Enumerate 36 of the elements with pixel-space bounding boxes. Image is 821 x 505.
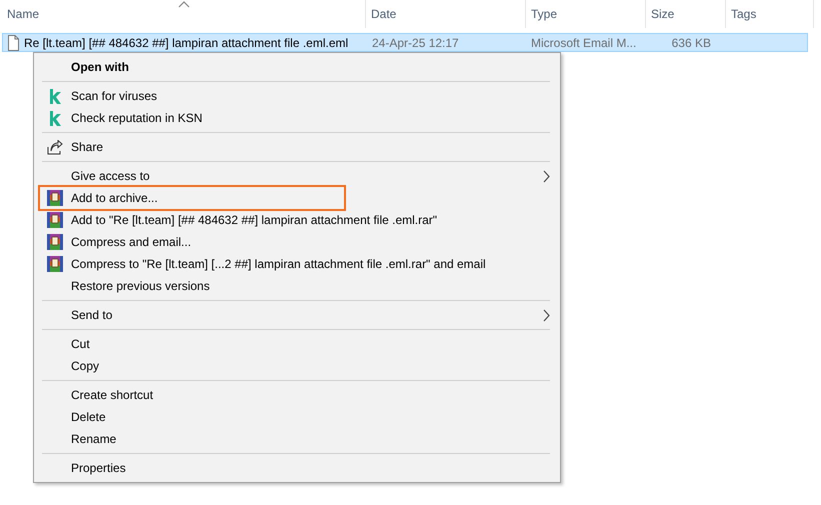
archive-books-icon bbox=[46, 190, 62, 206]
column-header[interactable]: Name bbox=[2, 0, 366, 28]
menu-item[interactable]: Share bbox=[36, 136, 560, 158]
archive-books-icon bbox=[46, 212, 62, 228]
table-cell: 636 KB bbox=[672, 36, 711, 50]
menu-item[interactable]: Cut bbox=[36, 333, 560, 355]
menu-item[interactable]: Give access to bbox=[36, 165, 560, 187]
archive-books-icon bbox=[46, 256, 62, 272]
share-icon bbox=[46, 140, 62, 154]
column-header[interactable]: Date bbox=[366, 0, 526, 28]
menu-item[interactable]: Open with bbox=[36, 56, 560, 78]
menu-item[interactable]: Compress to "Re [lt.team] [...2 ##] lampiran attachment file .eml.rar" and email bbox=[36, 253, 560, 275]
menu-item[interactable]: Create shortcut bbox=[36, 384, 560, 406]
menu-item[interactable]: Compress and email... bbox=[36, 231, 560, 253]
column-header[interactable]: Tags bbox=[726, 0, 814, 28]
menu-item[interactable]: Delete bbox=[36, 406, 560, 428]
menu-item[interactable]: Add to archive... bbox=[36, 185, 560, 211]
menu-item[interactable]: Copy bbox=[36, 355, 560, 377]
menu-item[interactable]: Add to "Re [lt.team] [## 484632 ##] lampiran attachment file .eml.rar" bbox=[36, 209, 560, 231]
menu-item[interactable]: Rename bbox=[36, 428, 560, 450]
menu-item[interactable]: Check reputation in KSN bbox=[36, 107, 560, 129]
archive-books-icon bbox=[46, 234, 62, 250]
menu-item[interactable]: Send to bbox=[36, 304, 560, 326]
menu-item[interactable]: Scan for viruses bbox=[36, 85, 560, 107]
k-letter-icon bbox=[48, 88, 62, 104]
menu-item[interactable]: Properties bbox=[36, 457, 560, 479]
k-letter-icon bbox=[48, 110, 62, 126]
column-header[interactable]: Type bbox=[526, 0, 646, 28]
file-icon bbox=[7, 34, 20, 50]
table-cell: Re [lt.team] [## 484632 ##] lampiran attachment file .eml.eml bbox=[24, 36, 348, 50]
file-row[interactable]: Re [lt.team] [## 484632 ##] lampiran attachment file .eml.eml 24-Apr-25 12:17 Microsoft Email M... 636 KB bbox=[2, 33, 808, 52]
column-header[interactable]: Size bbox=[646, 0, 726, 28]
table-cell: Microsoft Email M... bbox=[531, 36, 636, 50]
menu-item[interactable]: Restore previous versions bbox=[36, 275, 560, 297]
sort-caret-icon bbox=[178, 1, 190, 8]
table-cell: 24-Apr-25 12:17 bbox=[372, 36, 459, 50]
